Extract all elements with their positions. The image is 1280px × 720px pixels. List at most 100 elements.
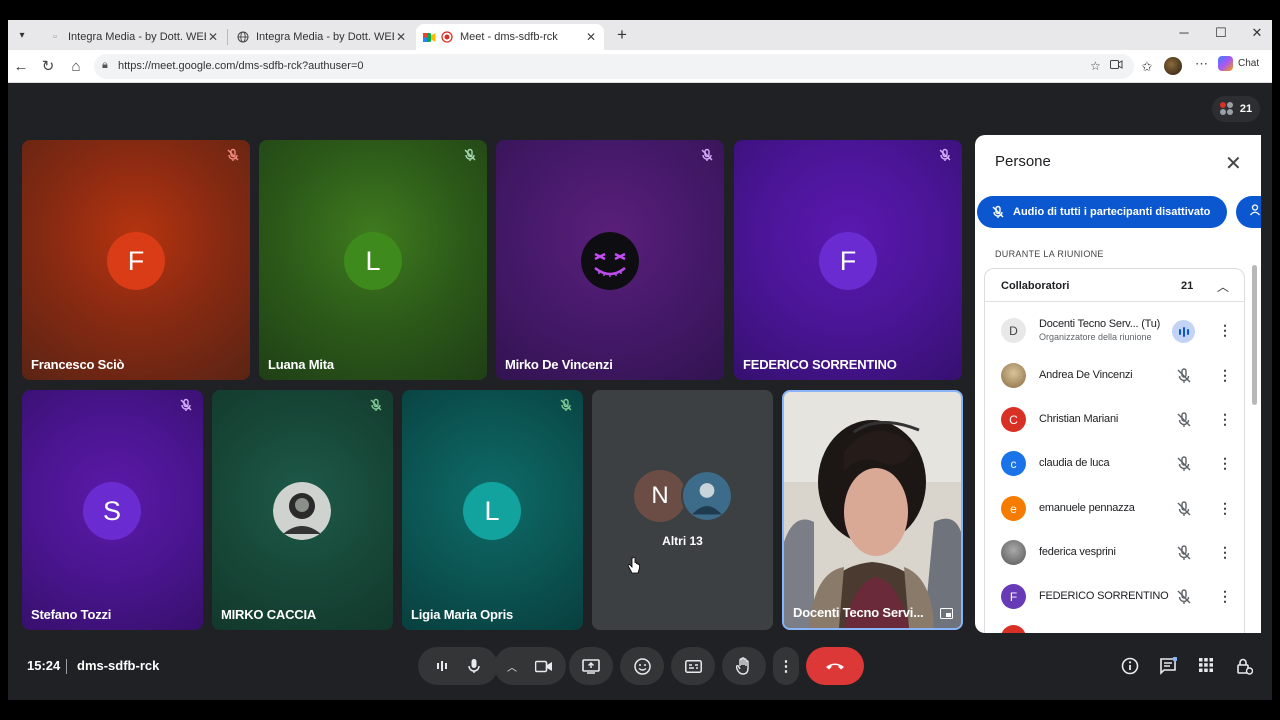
mic-off-icon [701,148,713,161]
reactions-button[interactable] [620,647,664,685]
participant-row[interactable]: Andrea De Vincenzi ⋮ [985,356,1244,396]
copilot-icon [1218,56,1233,71]
url-field[interactable]: 🔒︎ https://meet.google.com/dms-sdfb-rck?… [94,54,1134,79]
participant-name: Francesco Sciò [31,357,125,372]
home-button[interactable]: ⌂ [67,58,85,76]
participant-name: emanuele pennazza [1039,502,1135,514]
mic-off-icon[interactable] [1175,500,1193,518]
mic-off-icon[interactable] [1175,588,1193,606]
close-icon[interactable]: ✕ [206,30,220,44]
avatar [1001,540,1026,565]
close-panel-button[interactable]: ✕ [1225,151,1242,176]
participant-row[interactable]: federica vesprini ⋮ [985,533,1244,573]
new-tab-button[interactable]: + [612,25,632,45]
participant-row[interactable]: F FEDERICO SORRENTINO ⋮ [985,577,1244,617]
picture-in-picture-icon[interactable] [940,608,953,619]
participant-tile[interactable]: MIRKO CACCIA [212,390,393,630]
chat-label: Chat [1238,58,1260,69]
mic-off-icon[interactable] [1175,411,1193,429]
participant-name: claudia de luca [1039,457,1110,469]
self-video-tile[interactable]: Docenti Tecno Servi... [782,390,963,630]
add-people-button[interactable] [1236,196,1261,228]
more-options-button[interactable]: ⋮ [773,647,799,685]
chevron-up-icon[interactable]: ︿ [1217,278,1229,295]
tab-meet[interactable]: Meet - dms-sdfb-rck ✕ [416,24,604,50]
reload-button[interactable]: ↻ [39,58,57,76]
participant-name: Docenti Tecno Servi... [793,605,924,620]
chat-icon[interactable] [1158,656,1178,677]
participant-row[interactable]: c claudia de luca ⋮ [985,444,1244,484]
info-icon[interactable] [1120,657,1140,677]
participant-tile[interactable]: Mirko De Vincenzi [496,140,724,380]
tab-integra-media-1[interactable]: ▫ Integra Media - by Dott. WEB Mas ✕ [42,24,226,50]
site-info-icon[interactable]: 🔒︎ [102,59,108,72]
tab-title: Integra Media - by Dott. WEB Mas [68,31,206,43]
window-close-button[interactable]: ✕ [1247,25,1267,41]
more-options-icon[interactable]: ⋮ [1218,588,1232,605]
participant-tile[interactable]: L Luana Mita [259,140,487,380]
chevron-up-icon[interactable]: ︿ [507,659,517,674]
mic-off-icon[interactable] [1175,367,1193,385]
maximize-button[interactable]: ☐ [1211,25,1231,41]
participant-name: Andrea De Vincenzi [1039,369,1133,381]
host-controls-icon[interactable] [1234,657,1254,677]
leave-call-button[interactable] [806,647,864,685]
participant-count-badge[interactable]: 21 [1212,96,1260,122]
participant-tile[interactable]: F Francesco Sciò [22,140,250,380]
camera-control[interactable]: ︿ [494,647,566,685]
participant-row[interactable]: e emanuele pennazza ⋮ [985,489,1244,529]
more-options-icon[interactable]: ⋮ [1218,411,1232,428]
participant-row[interactable]: C Christian Mariani ⋮ [985,400,1244,440]
section-label: DURANTE LA RIUNIONE [995,249,1104,259]
present-screen-button[interactable] [569,647,613,685]
favorites-icon[interactable]: ✩ [1138,58,1156,76]
hang-up-icon [826,663,844,670]
group-count: 21 [1181,280,1194,292]
participant-tile[interactable]: L Ligia Maria Opris [402,390,583,630]
raise-hand-button[interactable] [722,647,766,685]
panel-scrollbar[interactable] [1252,265,1257,405]
mute-all-button[interactable]: Audio di tutti i partecipanti disattivat… [977,196,1227,228]
more-options-icon[interactable]: ⋮ [1218,500,1232,517]
back-button[interactable]: ← [12,58,30,76]
meeting-time: 15:24 [27,658,61,673]
more-options-icon[interactable]: ⋮ [1218,455,1232,472]
avatar: L [463,482,521,540]
present-screen-icon [582,658,600,674]
close-icon[interactable]: ✕ [584,30,598,44]
participant-tile[interactable]: F FEDERICO SORRENTINO [734,140,962,380]
participant-name: Ligia Maria Opris [411,607,514,622]
url-text: https://meet.google.com/dms-sdfb-rck?aut… [118,60,364,72]
more-options-icon[interactable]: ⋮ [1218,367,1232,384]
mic-off-icon[interactable] [1175,544,1193,562]
participant-tile[interactable]: S Stefano Tozzi [22,390,203,630]
emoji-icon [633,657,651,675]
microphone-control[interactable] [418,647,498,685]
captions-button[interactable] [671,647,715,685]
copilot-chat-button[interactable]: Chat [1218,56,1259,71]
mic-icon [468,659,480,673]
minimize-button[interactable]: ─ [1174,25,1194,40]
meet-logo-icon [422,30,436,44]
person-add-icon [1249,204,1261,216]
star-icon[interactable]: ☆ [1090,59,1101,73]
camera-icon[interactable] [1110,59,1123,73]
profile-avatar[interactable] [1164,57,1182,75]
participant-row[interactable]: D Docenti Tecno Serv... (Tu) Organizzato… [985,311,1244,351]
more-icon[interactable]: ⋯ [1195,56,1208,72]
mic-off-icon[interactable] [1175,455,1193,473]
activities-icon[interactable] [1196,657,1216,677]
more-options-icon[interactable]: ⋮ [1218,544,1232,561]
tab-title: Integra Media - by Dott. WEB Mas [256,31,394,43]
avatar [1001,363,1026,388]
avatar: F [819,232,877,290]
close-icon[interactable]: ✕ [394,30,408,44]
tab-integra-media-2[interactable]: Integra Media - by Dott. WEB Mas ✕ [230,24,414,50]
others-tile[interactable]: N Altri 13 [592,390,773,630]
audio-level-icon [437,661,447,671]
collaborators-group: Collaboratori 21 ︿ D Docenti Tecno Serv.… [984,268,1245,633]
participant-name: Christian Mariani [1039,413,1119,425]
more-options-icon[interactable]: ⋮ [1218,322,1232,339]
panel-title: Persone [995,153,1051,170]
tab-list-button[interactable]: ▾ [11,24,33,46]
